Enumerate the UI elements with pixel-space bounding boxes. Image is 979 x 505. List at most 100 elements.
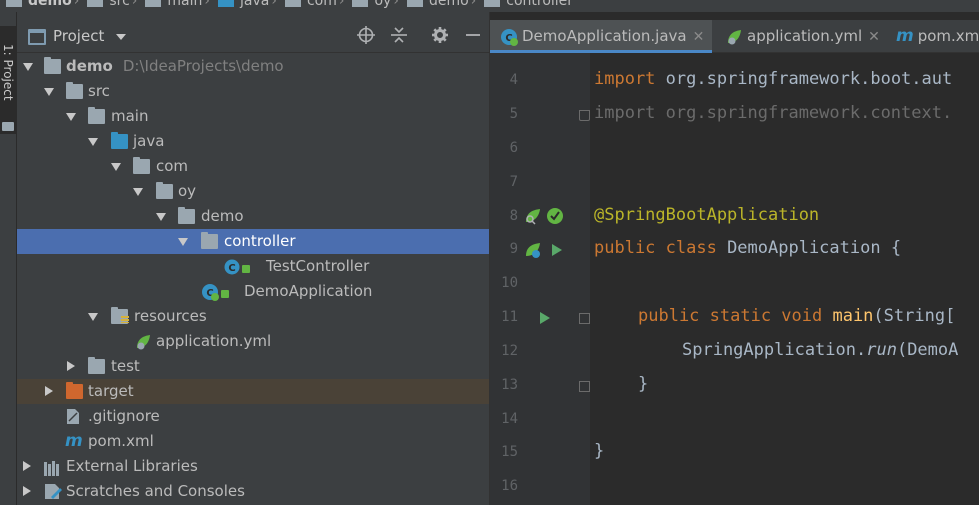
fold-marker-icon[interactable]	[579, 110, 590, 121]
line-number: 13	[501, 377, 518, 393]
module-path: D:\IdeaProjects\demo	[122, 57, 284, 75]
svg-text:C: C	[228, 263, 235, 274]
breadcrumb-item-java[interactable]: java	[212, 0, 269, 9]
tree-row-target[interactable]: target	[17, 379, 489, 404]
package-icon	[352, 0, 369, 7]
tree-row-oy[interactable]: oy	[17, 179, 489, 204]
tree-row-demo-package[interactable]: demo	[17, 204, 489, 229]
tree-label: application.yml	[156, 332, 272, 350]
maven-icon: m	[896, 26, 914, 46]
spring-config-file-icon	[134, 333, 152, 351]
code-line-9: public class DemoApplication {	[594, 238, 902, 258]
tree-row-demo-module[interactable]: demo D:\IdeaProjects\demo	[17, 54, 489, 79]
project-panel-header: Project	[17, 20, 489, 53]
tree-label: Scratches and Consoles	[66, 482, 245, 500]
chevron-right-icon[interactable]	[23, 486, 31, 496]
collapse-all-icon[interactable]	[388, 26, 410, 48]
access-modifier-icon	[242, 265, 250, 273]
tree-row-java[interactable]: java	[17, 129, 489, 154]
resources-marker-icon	[121, 316, 129, 323]
tree-row-testcontroller[interactable]: C TestController	[17, 254, 489, 279]
chevron-right-icon[interactable]	[45, 386, 53, 396]
module-folder-icon	[44, 57, 61, 74]
close-icon[interactable]: ✕	[868, 29, 880, 45]
breadcrumb-item-src[interactable]: src	[81, 0, 130, 9]
project-tool-window-button[interactable]: 1: Project	[0, 26, 17, 134]
tree-row-application-yml[interactable]: application.yml	[17, 329, 489, 354]
run-icon[interactable]	[552, 244, 562, 256]
tree-row-test[interactable]: test	[17, 354, 489, 379]
tree-row-com[interactable]: com	[17, 154, 489, 179]
hide-panel-icon[interactable]	[462, 26, 484, 48]
line-number: 8	[509, 208, 518, 224]
tree-row-controller[interactable]: controller	[17, 229, 489, 254]
breadcrumb-item-demo[interactable]: demo	[0, 0, 72, 9]
chevron-down-icon[interactable]	[88, 313, 98, 321]
gear-icon[interactable]	[429, 26, 451, 48]
tree-row-main[interactable]: main	[17, 104, 489, 129]
breadcrumb-separator: ›	[204, 0, 210, 9]
tree-row-gitignore[interactable]: .gitignore	[17, 404, 489, 429]
tab-pom-xml[interactable]: m pom.xml	[886, 20, 979, 53]
ignore-file-icon	[66, 408, 80, 425]
tool-window-stripe: 1: Project	[0, 12, 17, 505]
chevron-down-icon[interactable]	[23, 63, 33, 71]
tree-row-pom-xml[interactable]: m pom.xml	[17, 429, 489, 454]
tab-application-yml[interactable]: application.yml ✕	[715, 20, 883, 53]
project-view-icon	[28, 29, 46, 45]
chevron-down-icon[interactable]	[111, 163, 121, 171]
line-number: 12	[501, 343, 518, 359]
tree-row-src[interactable]: src	[17, 79, 489, 104]
breadcrumb-separator: ›	[131, 0, 138, 9]
tab-demoapplication-java[interactable]: C DemoApplication.java ✕	[490, 20, 712, 53]
package-icon	[156, 182, 173, 199]
chevron-down-icon[interactable]	[116, 34, 126, 40]
run-icon[interactable]	[540, 312, 550, 324]
tree-label: com	[156, 157, 189, 175]
chevron-down-icon[interactable]	[66, 113, 76, 121]
tree-row-external-libraries[interactable]: External Libraries	[17, 454, 489, 479]
scratches-icon	[44, 483, 62, 500]
fold-marker-icon[interactable]	[579, 313, 590, 324]
close-icon[interactable]: ✕	[693, 29, 705, 45]
breadcrumb-item-oy[interactable]: oy	[346, 0, 391, 9]
chevron-right-icon[interactable]	[23, 461, 31, 471]
spring-application-icon[interactable]	[524, 241, 542, 259]
class-icon: C	[224, 258, 240, 275]
code-line-5: import org.springframework.context.	[594, 103, 953, 123]
editor-area: C DemoApplication.java ✕ application.yml ✕…	[489, 12, 979, 505]
chevron-down-icon[interactable]	[44, 88, 54, 96]
breadcrumb-item-demo-package[interactable]: demo	[401, 0, 469, 9]
spring-boot-icon[interactable]	[546, 207, 564, 225]
tree-label: External Libraries	[66, 457, 198, 475]
spring-bean-icon[interactable]	[524, 207, 542, 225]
line-number: 16	[501, 478, 518, 494]
spring-boot-class-icon: C	[500, 20, 518, 53]
line-number: 11	[501, 309, 518, 325]
breadcrumb-item-com[interactable]: com	[279, 0, 337, 9]
code-line-11: public static void main(String[	[638, 306, 956, 326]
line-number: 10	[501, 275, 518, 291]
chevron-down-icon[interactable]	[178, 238, 188, 246]
tree-row-demoapplication[interactable]: C DemoApplication	[17, 279, 489, 304]
project-view-selector[interactable]: Project	[53, 27, 104, 45]
code-line-13: }	[638, 374, 649, 394]
tree-label: demo D:\IdeaProjects\demo	[66, 57, 284, 75]
fold-marker-icon[interactable]	[579, 381, 590, 392]
spring-config-file-icon	[725, 20, 743, 53]
tree-row-resources[interactable]: resources	[17, 304, 489, 329]
chevron-down-icon[interactable]	[133, 188, 143, 196]
chevron-down-icon[interactable]	[88, 138, 98, 146]
breadcrumb-item-controller[interactable]: controller	[478, 0, 573, 9]
code-view[interactable]: import org.springframework.boot.aut impo…	[594, 53, 979, 505]
tree-row-scratches[interactable]: Scratches and Consoles	[17, 479, 489, 504]
maven-icon: m	[65, 431, 83, 451]
tree-label: pom.xml	[88, 432, 154, 450]
breadcrumb-item-main[interactable]: main	[139, 0, 202, 9]
chevron-down-icon[interactable]	[156, 213, 166, 221]
chevron-right-icon[interactable]	[67, 361, 75, 371]
locate-icon[interactable]	[355, 26, 377, 48]
navigation-bar: demo › src › main › java › com › oy › de…	[0, 0, 979, 12]
tree-label: test	[111, 357, 140, 375]
folder-icon	[88, 357, 105, 374]
